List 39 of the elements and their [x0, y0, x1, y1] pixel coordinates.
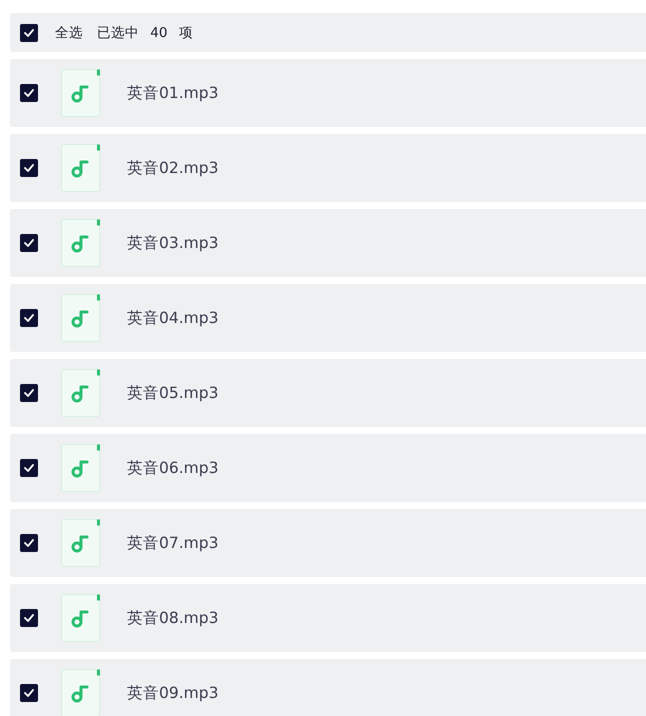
check-icon: [24, 164, 34, 172]
check-icon: [24, 689, 34, 697]
file-name[interactable]: 英音05.mp3: [127, 382, 218, 404]
check-icon: [24, 539, 34, 547]
checkbox[interactable]: [20, 84, 38, 102]
file-name[interactable]: 英音06.mp3: [127, 458, 218, 478]
file-name[interactable]: 英音01.mp3: [127, 82, 218, 104]
checkbox[interactable]: [20, 684, 38, 702]
checkbox[interactable]: [20, 384, 38, 402]
check-icon: [24, 28, 34, 36]
selection-count: 已选中 40 项: [97, 24, 193, 42]
audio-file-icon: [61, 444, 102, 492]
audio-file-icon: [61, 369, 102, 417]
checkbox[interactable]: [20, 609, 38, 627]
check-icon: [24, 314, 34, 322]
audio-file-icon: [61, 519, 102, 567]
check-icon: [24, 389, 34, 397]
file-name[interactable]: 英音08.mp3: [127, 608, 218, 628]
check-icon: [24, 614, 34, 622]
checkbox[interactable]: [20, 459, 38, 477]
file-name[interactable]: 英音09.mp3: [127, 682, 218, 704]
check-icon: [24, 464, 34, 472]
check-icon: [24, 89, 34, 97]
file-name[interactable]: 英音04.mp3: [127, 308, 218, 328]
audio-file-icon: [61, 219, 102, 267]
checkbox[interactable]: [20, 159, 38, 177]
checkbox[interactable]: [20, 234, 38, 252]
file-name[interactable]: 英音03.mp3: [127, 232, 218, 254]
checkbox[interactable]: [20, 309, 38, 327]
audio-file-icon: [61, 594, 102, 642]
audio-file-icon: [61, 144, 102, 192]
check-icon: [24, 239, 34, 247]
file-name[interactable]: 英音07.mp3: [127, 532, 218, 554]
file-name[interactable]: 英音02.mp3: [127, 158, 218, 178]
audio-file-icon: [61, 294, 102, 342]
select-all-label[interactable]: 全选: [55, 24, 83, 42]
checkbox[interactable]: [20, 24, 38, 42]
checkbox[interactable]: [20, 534, 38, 552]
audio-file-icon: [61, 69, 102, 117]
